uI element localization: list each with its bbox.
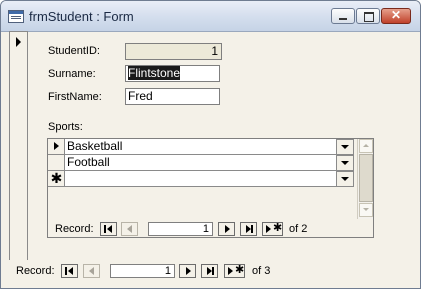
subform-first-record-button[interactable]	[100, 222, 117, 236]
form-icon	[8, 10, 24, 23]
row-selector[interactable]	[48, 139, 65, 155]
record-label: Record:	[16, 265, 55, 277]
subform-new-record-button[interactable]: ✱	[262, 222, 283, 236]
maximize-button[interactable]	[356, 8, 380, 24]
first-record-button[interactable]	[61, 264, 78, 278]
minimize-button[interactable]	[331, 8, 355, 24]
minimize-icon	[339, 18, 347, 20]
prev-record-icon	[127, 225, 132, 233]
new-record-icon: ✱	[50, 170, 63, 186]
combo-dropdown-button[interactable]	[337, 155, 354, 171]
sport-combo[interactable]: Basketball	[65, 139, 337, 155]
current-row-icon	[54, 142, 59, 150]
form-window: frmStudent : Form ✕ StudentID: 1 Surname…	[0, 0, 421, 289]
sport-combo[interactable]: Football	[65, 155, 337, 171]
next-record-button[interactable]	[179, 264, 196, 278]
row-selector[interactable]	[48, 155, 65, 171]
scroll-thumb[interactable]	[359, 154, 373, 202]
scroll-up-button[interactable]	[359, 139, 373, 153]
subform-new-row: ✱	[48, 170, 358, 187]
first-icon-bar	[65, 267, 67, 275]
sports-subform: Basketball Football ✱ Record: 1 ✱ of 2	[47, 138, 374, 238]
last-icon-bar	[251, 225, 253, 233]
close-icon: ✕	[390, 8, 402, 22]
sports-label: Sports:	[48, 121, 83, 133]
window-title: frmStudent : Form	[29, 9, 134, 24]
current-record-icon	[16, 37, 21, 47]
subform-last-record-button[interactable]	[240, 222, 257, 236]
surname-value: Flintstone	[128, 66, 181, 80]
new-record-button[interactable]: ✱	[224, 264, 245, 278]
next-record-icon	[225, 225, 230, 233]
last-record-button[interactable]	[201, 264, 218, 278]
surname-field[interactable]: Flintstone	[125, 65, 220, 82]
subform-row: Basketball	[48, 139, 358, 155]
current-record-field[interactable]: 1	[110, 264, 175, 278]
row-selector[interactable]: ✱	[48, 170, 65, 187]
new-record-arrow-icon	[266, 225, 271, 233]
new-record-icon: ✱	[273, 222, 283, 234]
subform-record-count: of 2	[289, 223, 308, 235]
next-record-icon	[186, 267, 191, 275]
new-record-arrow-icon	[228, 267, 233, 275]
prev-record-icon	[89, 267, 94, 275]
close-button[interactable]: ✕	[381, 8, 411, 24]
new-record-icon: ✱	[235, 264, 245, 276]
sport-combo[interactable]	[65, 171, 337, 187]
first-name-label: FirstName:	[48, 91, 102, 103]
prev-record-button[interactable]	[83, 264, 100, 278]
maximize-icon	[364, 12, 374, 22]
main-record-navigation: Record: 1 ✱ of 3	[1, 260, 420, 288]
subform-next-record-button[interactable]	[218, 222, 235, 236]
last-icon-bar	[212, 267, 214, 275]
combo-dropdown-button[interactable]	[337, 171, 354, 187]
first-icon-bar	[104, 225, 106, 233]
combo-dropdown-button[interactable]	[337, 139, 354, 155]
subform-scrollbar[interactable]	[357, 139, 373, 219]
subform-current-record-field[interactable]: 1	[148, 222, 213, 236]
subform-row: Football	[48, 155, 358, 171]
surname-label: Surname:	[48, 68, 96, 80]
record-count: of 3	[252, 265, 271, 277]
scroll-down-button[interactable]	[359, 203, 373, 217]
title-bar: frmStudent : Form ✕	[1, 1, 420, 32]
subform-record-label: Record:	[55, 223, 94, 235]
subform-prev-record-button[interactable]	[121, 222, 138, 236]
first-name-field[interactable]: Fred	[125, 88, 220, 105]
first-record-icon	[107, 225, 112, 233]
student-id-field[interactable]: 1	[125, 43, 222, 60]
first-record-icon	[68, 267, 73, 275]
record-selector[interactable]	[9, 31, 28, 262]
student-id-label: StudentID:	[48, 45, 100, 57]
